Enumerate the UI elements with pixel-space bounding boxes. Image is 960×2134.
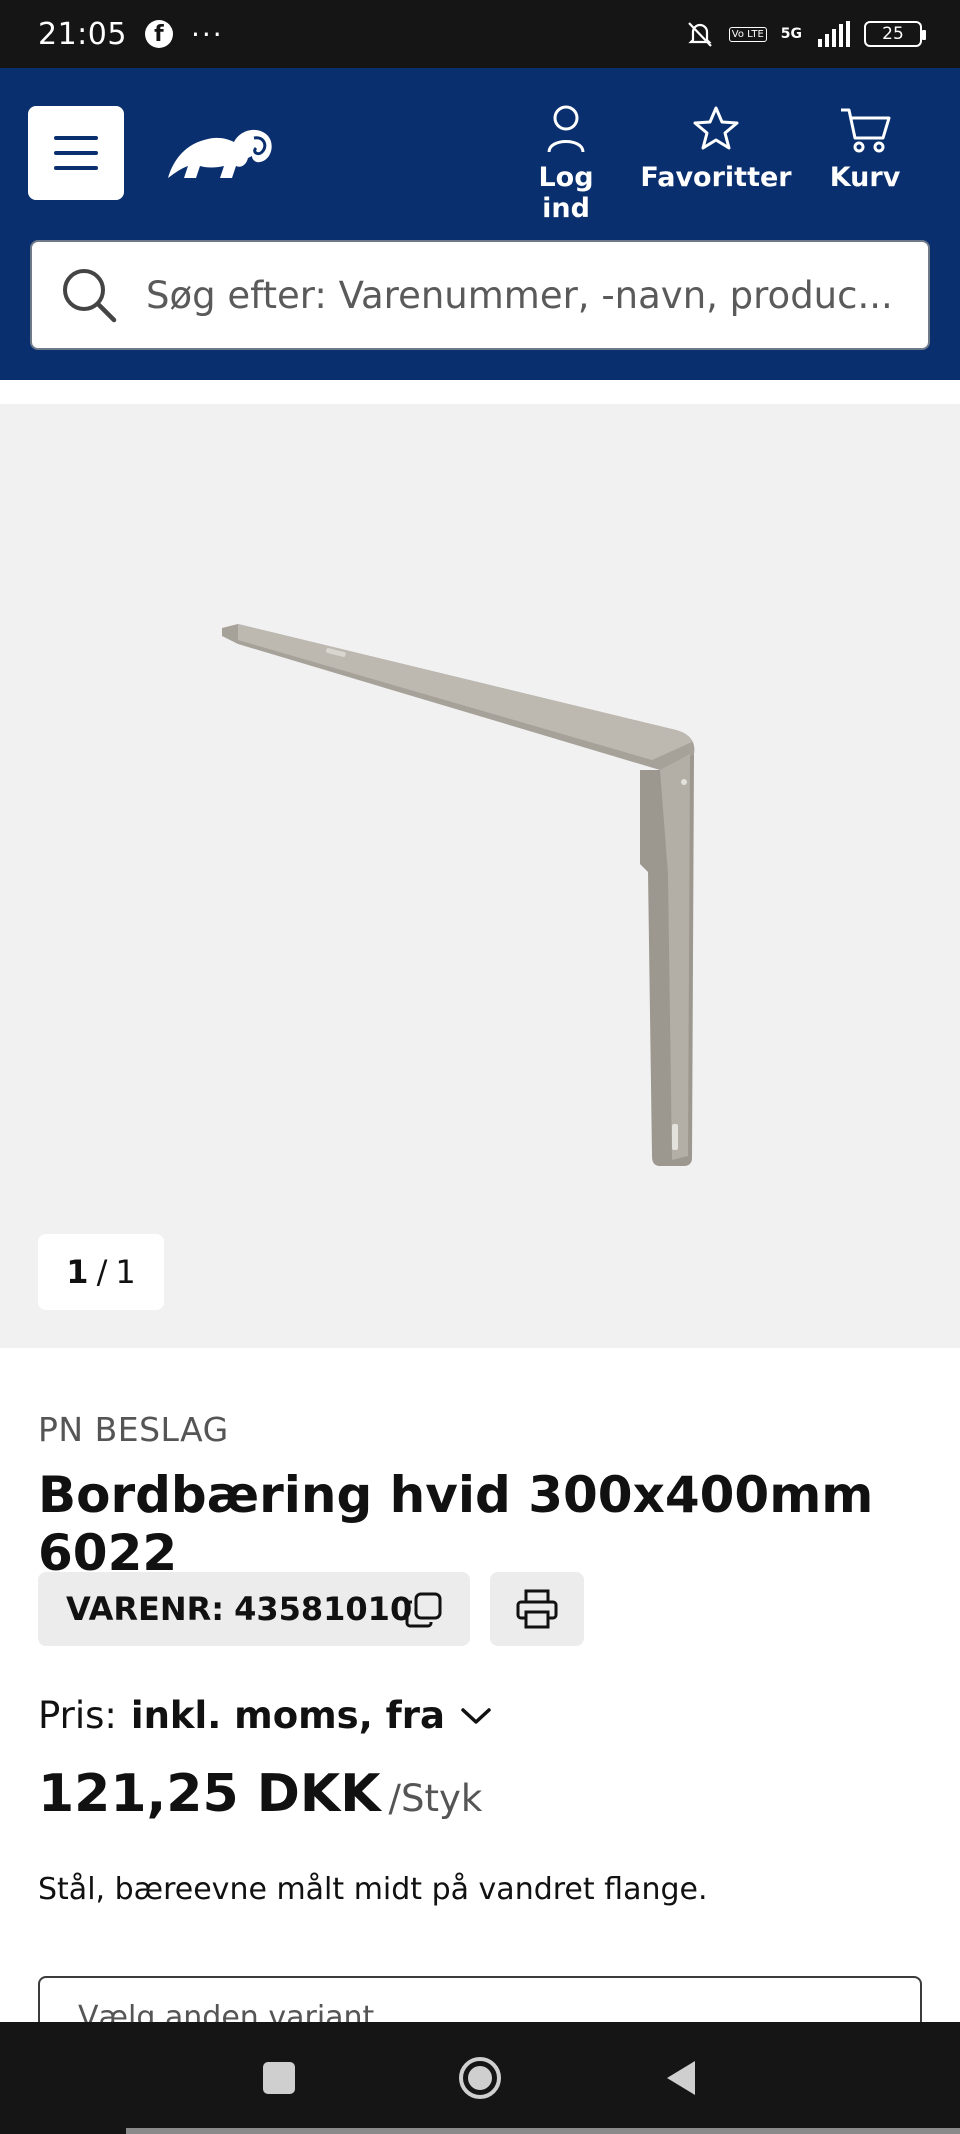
status-time: 21:05 [38, 16, 127, 52]
product-title: Bordbæring hvid 300x400mm 6022 [38, 1466, 874, 1582]
gesture-indicator [126, 2128, 960, 2134]
product-description: Stål, bæreevne målt midt på vandret flan… [38, 1872, 708, 1907]
sku-value: 43581010 [234, 1590, 413, 1628]
print-button[interactable] [490, 1572, 584, 1646]
cart-icon [841, 108, 891, 153]
search-icon[interactable] [60, 266, 118, 324]
system-nav-bar [0, 2022, 960, 2134]
signal-icon [818, 21, 850, 47]
status-bar: 21:05 f ··· Vo LTE 5G 25 [0, 0, 960, 68]
image-counter-separator: / [96, 1253, 108, 1291]
sku-chip[interactable]: VARENR: 43581010 [38, 1572, 470, 1646]
sku-label: VARENR: [66, 1590, 225, 1628]
search-input[interactable] [146, 273, 928, 317]
cart-nav[interactable]: Kurv [820, 104, 910, 193]
favorites-nav[interactable]: Favoritter [640, 104, 792, 193]
star-icon [693, 106, 739, 150]
hamburger-icon [54, 136, 98, 140]
product-image[interactable] [0, 404, 960, 1348]
user-icon [547, 105, 585, 153]
home-icon[interactable] [457, 2055, 503, 2101]
battery-icon: 25 [864, 21, 926, 47]
copy-icon[interactable] [404, 1590, 444, 1630]
price-mode-row[interactable]: Pris: inkl. moms, fra [38, 1694, 493, 1737]
price-value: 121,25 DKK [38, 1764, 381, 1824]
image-counter-total: 1 [115, 1253, 136, 1291]
status-left: 21:05 f ··· [38, 17, 224, 52]
ram-logo-icon[interactable] [160, 116, 280, 196]
product-gallery[interactable]: 1 / 1 [0, 404, 960, 1348]
price-label: Pris: [38, 1694, 117, 1737]
site-header: Log ind Favoritter Kurv [0, 68, 960, 380]
more-notifications-icon: ··· [190, 17, 224, 51]
image-counter: 1 / 1 [38, 1234, 164, 1310]
back-icon[interactable] [663, 2059, 699, 2097]
price-mode-select[interactable]: inkl. moms, fra [131, 1694, 445, 1737]
menu-button[interactable] [28, 106, 124, 200]
bell-muted-icon [687, 22, 712, 47]
volte-icon: Vo LTE [728, 26, 767, 42]
product-brand[interactable]: PN BESLAG [38, 1410, 229, 1449]
network-type: 5G [780, 26, 802, 42]
status-right: Vo LTE 5G 25 [685, 19, 926, 49]
favorites-label: Favoritter [640, 162, 792, 193]
search-bar[interactable] [30, 240, 930, 350]
login-label: Log ind [538, 162, 594, 224]
facebook-icon: f [144, 20, 173, 48]
cart-label: Kurv [829, 162, 901, 193]
recents-icon[interactable] [261, 2060, 297, 2096]
chevron-down-icon[interactable] [459, 1705, 493, 1727]
printer-icon [516, 1589, 558, 1629]
image-counter-current: 1 [66, 1253, 89, 1291]
price-unit: /Styk [388, 1777, 483, 1820]
product-price: 121,25 DKK/Styk [38, 1764, 482, 1824]
login-nav[interactable]: Log ind [515, 104, 617, 224]
